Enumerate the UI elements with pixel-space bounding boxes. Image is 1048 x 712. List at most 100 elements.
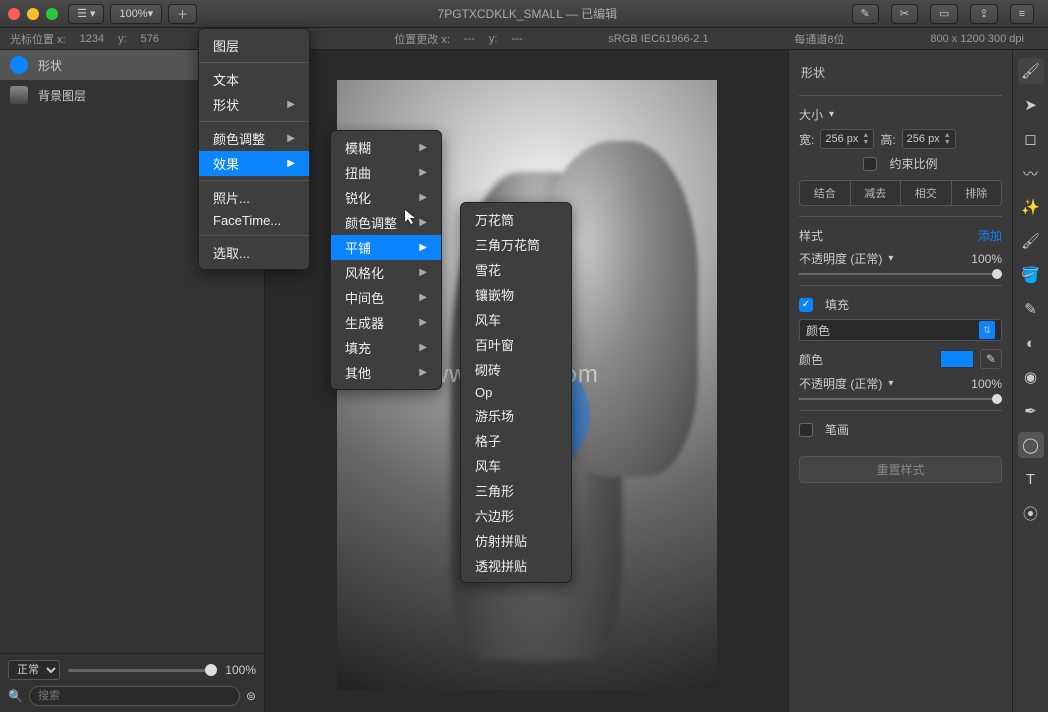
lasso-tool[interactable]: 〰 <box>1018 160 1044 186</box>
menu-item[interactable]: 颜色调整▶ <box>331 210 441 235</box>
eyedropper-tool[interactable]: ⦿ <box>1018 500 1044 526</box>
style-label: 样式 <box>799 227 823 244</box>
close-icon[interactable] <box>8 8 20 20</box>
menu-item[interactable]: 镶嵌物 <box>461 282 571 307</box>
menu-item[interactable]: 平铺▶ <box>331 235 441 260</box>
shape-tool[interactable]: ◯ <box>1018 432 1044 458</box>
arrow-tool[interactable]: ➤ <box>1018 92 1044 118</box>
inspector-title: 形状 <box>799 60 1002 85</box>
share-button[interactable]: ⇪ <box>970 4 997 24</box>
menu-item[interactable]: 砌砖 <box>461 357 571 382</box>
layer-shape-label: 形状 <box>38 57 62 74</box>
width-field[interactable]: 256 px▲▼ <box>820 129 874 149</box>
fill-color-swatch[interactable] <box>940 350 974 368</box>
paint-tool[interactable]: 🖌 <box>1018 228 1044 254</box>
crop-tool-button[interactable]: ✂ <box>891 4 918 24</box>
menu-item[interactable]: Op <box>461 382 571 403</box>
inspector-panel: 形状 大小▾ 宽: 256 px▲▼ 高: 256 px▲▼ 约束比例 结合 减… <box>788 50 1012 712</box>
style-tool[interactable]: 🖌 <box>1018 58 1044 84</box>
menu-item[interactable]: 仿射拼贴 <box>461 528 571 553</box>
fill-type-dropdown[interactable]: 颜色⇅ <box>799 319 1002 341</box>
bool-union[interactable]: 结合 <box>800 181 851 205</box>
pen-tool[interactable]: ✒ <box>1018 398 1044 424</box>
menu-item[interactable]: 风格化▶ <box>331 260 441 285</box>
poschange-y-value: --- <box>511 33 522 45</box>
page-button[interactable]: ▭ <box>930 4 958 24</box>
opacity-value: 100% <box>971 252 1002 266</box>
blend-mode-select[interactable]: 正常 <box>8 660 60 680</box>
menu-item[interactable]: 形状▶ <box>199 92 309 117</box>
tile-submenu[interactable]: 万花筒三角万花筒雪花镶嵌物风车百叶窗砌砖Op游乐场格子风车三角形六边形仿射拼贴透… <box>460 202 572 583</box>
effects-submenu[interactable]: 模糊▶扭曲▶锐化▶颜色调整▶平铺▶风格化▶中间色▶生成器▶填充▶其他▶ <box>330 130 442 390</box>
bool-subtract[interactable]: 减去 <box>851 181 902 205</box>
height-field[interactable]: 256 px▲▼ <box>902 129 956 149</box>
menu-item[interactable]: 生成器▶ <box>331 310 441 335</box>
layer-opacity-slider[interactable] <box>68 669 217 672</box>
gradient-tool[interactable]: ◐ <box>1018 330 1044 356</box>
search-input[interactable] <box>29 686 240 706</box>
add-menu[interactable]: 图层文本形状▶ 颜色调整▶效果▶ 照片...FaceTime... 选取... <box>198 28 310 270</box>
opacity-slider[interactable] <box>799 273 1002 275</box>
add-button[interactable]: ＋ <box>168 4 197 24</box>
stroke-checkbox[interactable] <box>799 423 813 437</box>
settings-button[interactable]: ≡ <box>1010 4 1034 24</box>
minimize-icon[interactable] <box>27 8 39 20</box>
layer-shape-thumb <box>10 56 28 74</box>
menu-item[interactable]: 扭曲▶ <box>331 160 441 185</box>
layer-bg-thumb <box>10 86 28 104</box>
menu-item[interactable]: 风车 <box>461 453 571 478</box>
size-label: 大小 <box>799 106 823 123</box>
constrain-label: 约束比例 <box>889 155 937 172</box>
wand-tool[interactable]: ✨ <box>1018 194 1044 220</box>
menu-item[interactable]: 游乐场 <box>461 403 571 428</box>
text-tool[interactable]: T <box>1018 466 1044 492</box>
menu-item[interactable]: 效果▶ <box>199 151 309 176</box>
menu-item[interactable]: 颜色调整▶ <box>199 126 309 151</box>
poschange-x-value: --- <box>464 33 475 45</box>
menu-item[interactable]: 三角万花筒 <box>461 232 571 257</box>
color-picker-button[interactable]: ✎ <box>980 349 1002 369</box>
menu-item[interactable]: 模糊▶ <box>331 135 441 160</box>
menu-item[interactable]: 风车 <box>461 307 571 332</box>
height-label: 高: <box>880 131 895 148</box>
tool-strip: 🖌 ➤ ◻ 〰 ✨ 🖌 🪣 ✎ ◐ ◉ ✒ ◯ T ⦿ <box>1012 50 1048 712</box>
menu-item[interactable]: 锐化▶ <box>331 185 441 210</box>
blur-tool[interactable]: ◉ <box>1018 364 1044 390</box>
menu-item[interactable]: FaceTime... <box>199 210 309 231</box>
fill-opacity-slider[interactable] <box>799 398 1002 400</box>
fill-label: 填充 <box>825 296 849 313</box>
zoom-dropdown[interactable]: 100% ▾ <box>110 4 162 24</box>
menu-item[interactable]: 三角形 <box>461 478 571 503</box>
color-label: 颜色 <box>799 351 823 368</box>
constrain-checkbox[interactable] <box>863 157 877 171</box>
opacity-label: 不透明度 (正常) <box>799 250 882 267</box>
fullscreen-icon[interactable] <box>46 8 58 20</box>
menu-item[interactable]: 透视拼贴 <box>461 553 571 578</box>
brush-tool-button[interactable]: ✎ <box>852 4 879 24</box>
sidebar-toggle-button[interactable]: ☰ ▾ <box>68 4 104 24</box>
search-icon: 🔍 <box>8 689 23 703</box>
stroke-label: 笔画 <box>825 421 849 438</box>
menu-item[interactable]: 雪花 <box>461 257 571 282</box>
poschange-y-label: y: <box>489 33 498 45</box>
menu-item[interactable]: 其他▶ <box>331 360 441 385</box>
reset-style-button[interactable]: 重置样式 <box>799 456 1002 483</box>
bool-exclude[interactable]: 排除 <box>952 181 1002 205</box>
pencil-tool[interactable]: ✎ <box>1018 296 1044 322</box>
menu-item[interactable]: 填充▶ <box>331 335 441 360</box>
menu-item[interactable]: 万花筒 <box>461 207 571 232</box>
add-style-link[interactable]: 添加 <box>978 227 1002 244</box>
fill-checkbox[interactable] <box>799 298 813 312</box>
menu-item[interactable]: 百叶窗 <box>461 332 571 357</box>
menu-item[interactable]: 图层 <box>199 33 309 58</box>
bool-intersect[interactable]: 相交 <box>901 181 952 205</box>
bucket-tool[interactable]: 🪣 <box>1018 262 1044 288</box>
menu-item[interactable]: 六边形 <box>461 503 571 528</box>
marquee-tool[interactable]: ◻ <box>1018 126 1044 152</box>
menu-item[interactable]: 选取... <box>199 240 309 265</box>
menu-item[interactable]: 文本 <box>199 67 309 92</box>
menu-item[interactable]: 格子 <box>461 428 571 453</box>
filter-icon[interactable]: ⊜ <box>246 689 256 703</box>
menu-item[interactable]: 照片... <box>199 185 309 210</box>
menu-item[interactable]: 中间色▶ <box>331 285 441 310</box>
